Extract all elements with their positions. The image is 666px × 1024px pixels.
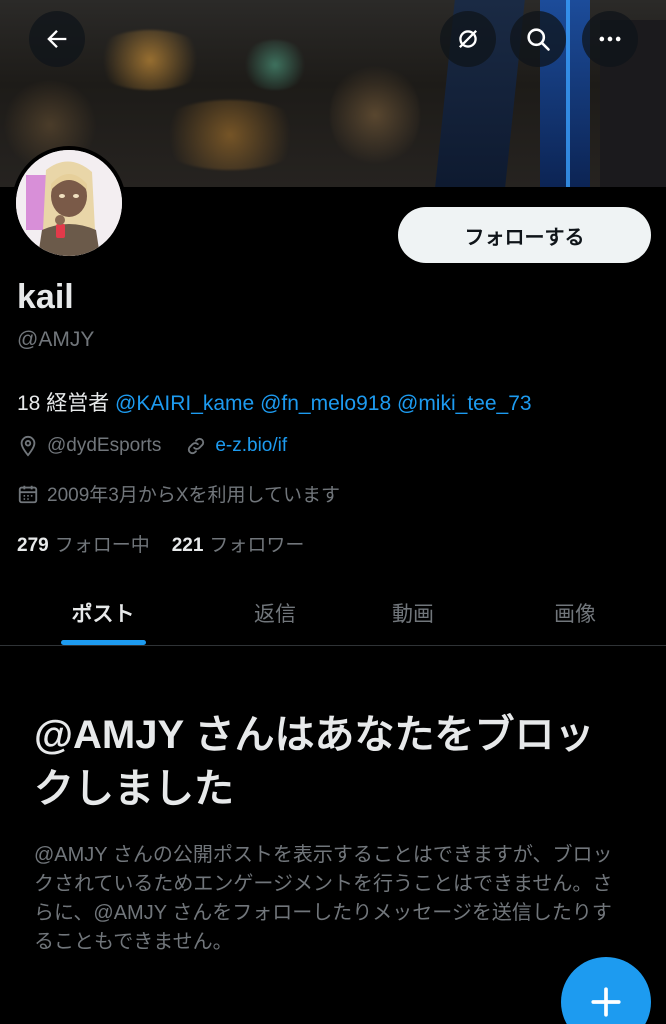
follow-stats: 279 フォロー中 221 フォロワー — [17, 530, 326, 557]
location-icon — [20, 435, 36, 457]
bio-text: 18 経営者 — [17, 392, 116, 415]
following-label: フォロー中 — [54, 535, 150, 556]
tab-replies[interactable]: 返信 — [210, 580, 340, 646]
website-link[interactable]: e-z.bio/if — [215, 435, 287, 457]
followers-label: フォロワー — [209, 535, 305, 556]
followers-stat[interactable]: 221 フォロワー — [172, 530, 305, 557]
more-button[interactable] — [582, 11, 638, 67]
joined-row: 2009年3月からXを利用しています — [17, 480, 340, 507]
blocked-title: @AMJY さんはあなたをブロックしました — [34, 713, 595, 811]
tab-indicator — [61, 640, 146, 645]
link-icon — [188, 437, 205, 455]
plus-icon — [591, 987, 621, 1017]
search-button[interactable] — [510, 11, 566, 67]
profile-tabs: ポスト 返信 動画 画像 — [0, 580, 666, 646]
grok-button[interactable] — [440, 11, 496, 67]
profile-bio: 18 経営者 @KAIRI_kame @fn_melo918 @miki_tee… — [17, 387, 532, 417]
tab-posts[interactable]: ポスト — [30, 580, 176, 646]
profile-meta-row: @dydEsports e-z.bio/if — [17, 435, 287, 457]
compose-button[interactable] — [561, 957, 651, 1024]
tab-media[interactable]: 画像 — [510, 580, 640, 646]
username: @AMJY — [17, 328, 95, 351]
back-button[interactable] — [29, 11, 85, 67]
bio-mention[interactable]: @KAIRI_kame — [115, 392, 254, 415]
following-stat[interactable]: 279 フォロー中 — [17, 530, 150, 557]
avatar-image — [16, 150, 122, 256]
calendar-icon — [18, 485, 38, 503]
search-icon — [527, 28, 550, 51]
arrow-left-icon — [47, 30, 67, 48]
tab-videos[interactable]: 動画 — [348, 580, 478, 646]
location-text: @dydEsports — [47, 435, 162, 456]
follow-button[interactable]: フォローする — [398, 207, 651, 263]
display-name: kail — [17, 278, 74, 316]
joined-text: 2009年3月からXを利用しています — [47, 485, 340, 506]
grok-icon — [459, 30, 477, 48]
bio-mention[interactable]: @miki_tee_73 — [397, 392, 532, 415]
bio-mention[interactable]: @fn_melo918 — [260, 392, 391, 415]
avatar[interactable] — [12, 146, 126, 260]
followers-count: 221 — [171, 535, 204, 556]
more-horizontal-icon — [599, 36, 621, 42]
blocked-description: @AMJY さんの公開ポストを表示することはできますが、ブロックされているためエ… — [34, 844, 613, 953]
following-count: 279 — [17, 535, 49, 556]
